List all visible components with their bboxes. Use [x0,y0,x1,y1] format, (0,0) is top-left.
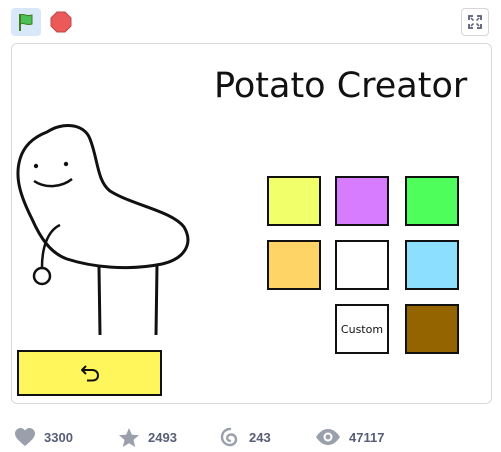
favorite-count: 2493 [148,429,177,445]
potato-character [16,124,190,336]
color-swatch-yellow[interactable] [267,176,321,226]
stop-button[interactable] [47,8,75,36]
remix-count: 243 [249,429,271,445]
custom-color-button[interactable]: Custom [335,304,389,354]
color-swatch-white[interactable] [335,240,389,290]
fullscreen-icon [468,15,482,29]
project-stage[interactable]: Potato Creator Custom [11,43,492,404]
back-button[interactable] [17,350,162,396]
heart-icon [15,428,35,446]
view-count: 47117 [349,429,385,445]
color-swatch-light-blue[interactable] [405,240,459,290]
color-swatch-purple[interactable] [335,176,389,226]
stop-sign-icon [50,11,72,33]
undo-arrow-icon [80,365,99,382]
eye-icon [316,429,340,445]
fullscreen-button[interactable] [461,8,489,36]
green-flag-icon [19,13,33,31]
love-count: 3300 [44,429,73,445]
remix-stat: 243 [219,426,271,448]
remix-icon [220,427,238,447]
color-swatch-green[interactable] [405,176,459,226]
player-toolbar [0,0,501,42]
star-icon [119,427,139,447]
color-swatch-orange[interactable] [267,240,321,290]
favorite-stat[interactable]: 2493 [118,426,177,448]
green-flag-button[interactable] [11,8,41,36]
color-swatch-brown[interactable] [405,304,459,354]
love-stat[interactable]: 3300 [14,426,73,448]
stage-title: Potato Creator [214,66,468,106]
view-stat: 47117 [315,426,384,448]
project-stats: 3300 2493 243 47117 [0,420,501,452]
